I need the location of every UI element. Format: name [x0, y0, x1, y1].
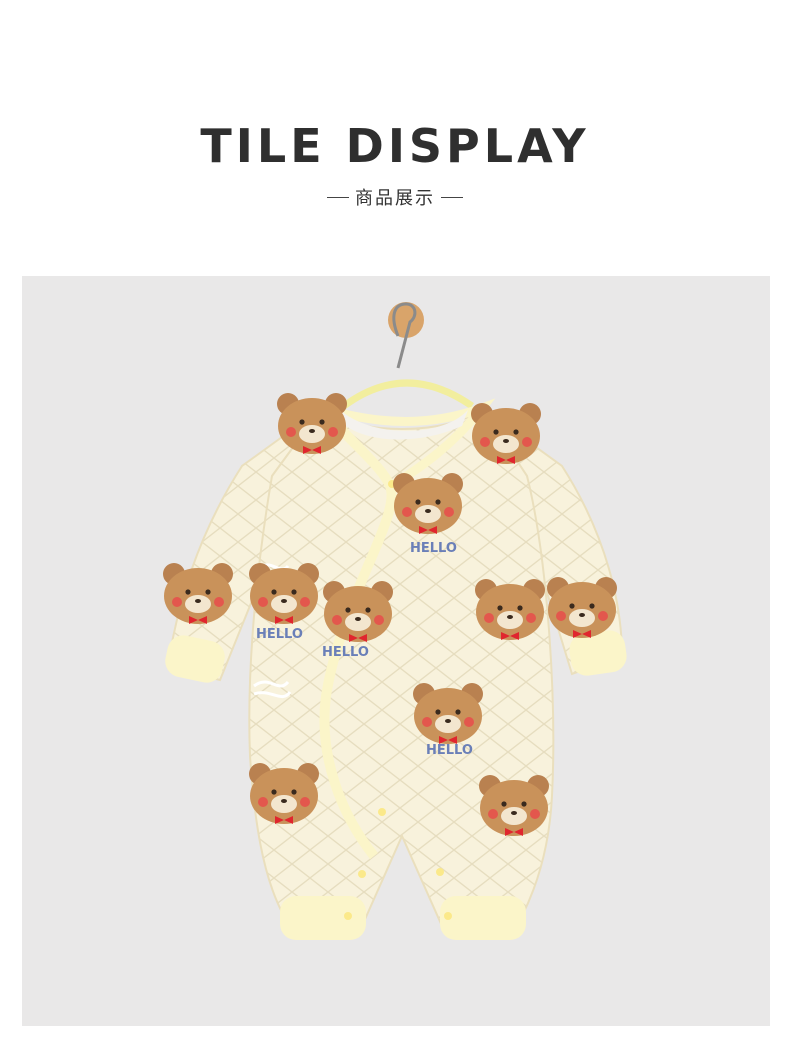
right-leg-cuff — [440, 896, 526, 940]
subtitle-row: 商品展示 — [0, 182, 790, 212]
bear-print — [249, 763, 319, 824]
bear-print — [249, 563, 319, 624]
divider-left — [327, 196, 349, 198]
bear-print — [471, 403, 541, 464]
romper-illustration: HELLO HELLO HELLO HELLO — [163, 302, 627, 940]
bear-print — [323, 581, 393, 642]
hello-print: HELLO — [322, 645, 369, 660]
bear-print — [475, 579, 545, 640]
hello-print: HELLO — [426, 743, 473, 758]
bear-print — [277, 393, 347, 454]
hello-print: HELLO — [256, 627, 303, 642]
product-photo: HELLO HELLO HELLO HELLO — [22, 276, 770, 1026]
bear-print — [547, 577, 617, 638]
left-leg-cuff — [280, 896, 366, 940]
page-subtitle: 商品展示 — [355, 188, 435, 209]
bear-print — [413, 683, 483, 744]
bear-print — [479, 775, 549, 836]
hello-print: HELLO — [410, 541, 457, 556]
page-title: TILE DISPLAY — [200, 119, 590, 173]
bear-print — [393, 473, 463, 534]
hanger-icon — [341, 302, 474, 409]
bear-print — [163, 563, 233, 624]
divider-right — [441, 196, 463, 198]
